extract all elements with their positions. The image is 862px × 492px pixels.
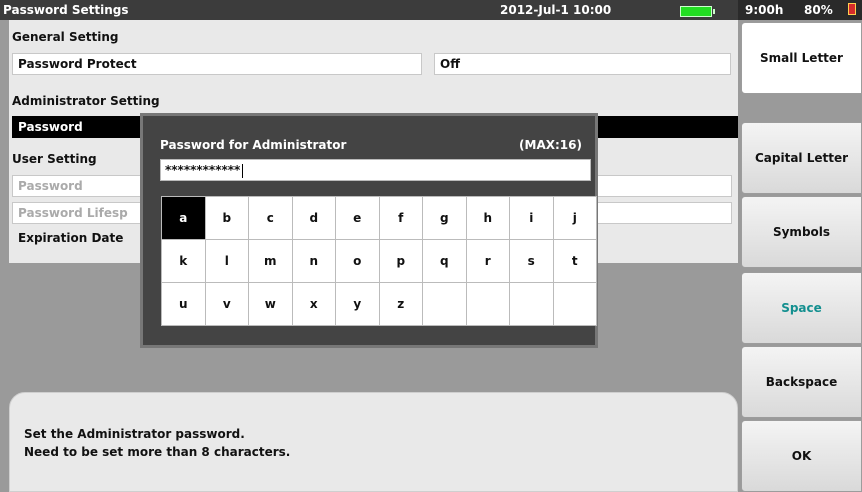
symbols-button[interactable]: Symbols bbox=[741, 196, 862, 268]
battery-icon bbox=[680, 6, 715, 17]
battery-percent: 80% bbox=[804, 3, 833, 17]
title-bar: Password Settings 2012-Jul-1 10:00 bbox=[0, 0, 738, 20]
message-line-1: Set the Administrator password. bbox=[24, 427, 245, 441]
user-setting-label: User Setting bbox=[12, 152, 97, 166]
ok-button[interactable]: OK bbox=[741, 420, 862, 492]
key-u[interactable]: u bbox=[162, 283, 205, 325]
key-z[interactable]: z bbox=[379, 283, 422, 325]
key-d[interactable]: d bbox=[292, 197, 335, 239]
key-s[interactable]: s bbox=[510, 240, 553, 282]
password-protect-row[interactable]: Password Protect bbox=[12, 53, 422, 75]
key-q[interactable]: q bbox=[423, 240, 466, 282]
password-protect-value[interactable]: Off bbox=[434, 53, 731, 75]
small-letter-button[interactable]: Small Letter bbox=[741, 22, 862, 94]
key-f[interactable]: f bbox=[379, 197, 422, 239]
space-button[interactable]: Space bbox=[741, 272, 862, 344]
key-b[interactable]: b bbox=[205, 197, 248, 239]
key-o[interactable]: o bbox=[336, 240, 379, 282]
key-empty[interactable] bbox=[553, 283, 596, 325]
administrator-setting-label: Administrator Setting bbox=[12, 94, 160, 108]
key-k[interactable]: k bbox=[162, 240, 205, 282]
key-p[interactable]: p bbox=[379, 240, 422, 282]
key-i[interactable]: i bbox=[510, 197, 553, 239]
key-y[interactable]: y bbox=[336, 283, 379, 325]
key-c[interactable]: c bbox=[249, 197, 292, 239]
status-bar: 9:00h 80% bbox=[738, 0, 862, 20]
capital-letter-button[interactable]: Capital Letter bbox=[741, 122, 862, 194]
password-input[interactable]: ************ bbox=[160, 159, 591, 181]
key-empty[interactable] bbox=[510, 283, 553, 325]
key-m[interactable]: m bbox=[249, 240, 292, 282]
password-dialog: Password for Administrator (MAX:16) ****… bbox=[140, 113, 598, 348]
battery-level-icon bbox=[848, 3, 856, 15]
dialog-title: Password for Administrator bbox=[160, 138, 347, 152]
date-time: 2012-Jul-1 10:00 bbox=[500, 3, 612, 17]
message-box: Set the Administrator password. Need to … bbox=[9, 392, 738, 492]
softkey-panel: Small Letter Capital Letter Symbols Spac… bbox=[741, 22, 862, 492]
key-x[interactable]: x bbox=[292, 283, 335, 325]
expiration-date-label: Expiration Date bbox=[18, 231, 124, 245]
key-t[interactable]: t bbox=[553, 240, 596, 282]
general-setting-label: General Setting bbox=[12, 30, 119, 44]
key-j[interactable]: j bbox=[553, 197, 596, 239]
key-w[interactable]: w bbox=[249, 283, 292, 325]
key-a[interactable]: a bbox=[162, 197, 205, 239]
key-g[interactable]: g bbox=[423, 197, 466, 239]
page-title: Password Settings bbox=[3, 3, 129, 17]
dialog-max-length: (MAX:16) bbox=[519, 138, 582, 152]
password-masked-value: ************ bbox=[165, 163, 241, 177]
battery-time: 9:00h bbox=[745, 3, 784, 17]
key-e[interactable]: e bbox=[336, 197, 379, 239]
backspace-button[interactable]: Backspace bbox=[741, 346, 862, 418]
key-h[interactable]: h bbox=[466, 197, 509, 239]
key-empty[interactable] bbox=[423, 283, 466, 325]
key-n[interactable]: n bbox=[292, 240, 335, 282]
key-v[interactable]: v bbox=[205, 283, 248, 325]
key-r[interactable]: r bbox=[466, 240, 509, 282]
message-line-2: Need to be set more than 8 characters. bbox=[24, 445, 291, 459]
key-l[interactable]: l bbox=[205, 240, 248, 282]
key-empty[interactable] bbox=[466, 283, 509, 325]
text-caret bbox=[242, 163, 244, 178]
keyboard-grid: abcdefghij klmnopqrst uvwxyz bbox=[161, 196, 597, 326]
